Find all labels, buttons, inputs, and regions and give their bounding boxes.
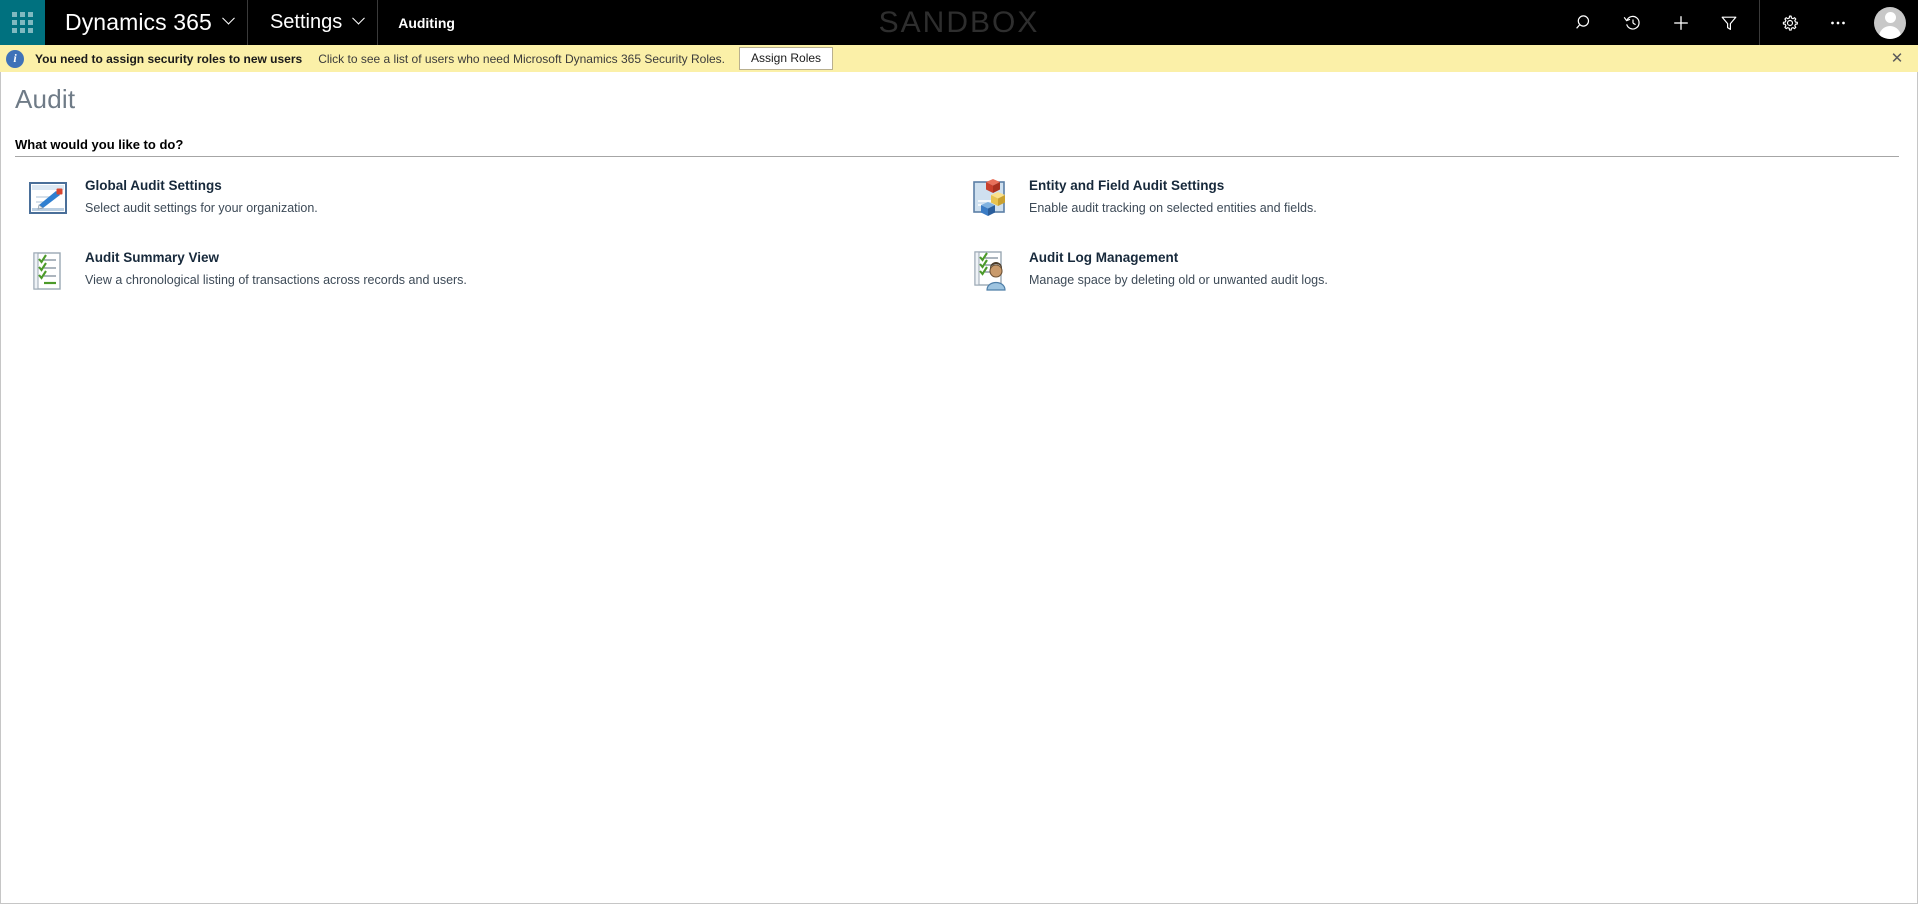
info-icon: i bbox=[6, 49, 24, 68]
app-name-label: Dynamics 365 bbox=[65, 9, 212, 35]
notification-description: Click to see a list of users who need Mi… bbox=[318, 51, 726, 66]
tile-title: Entity and Field Audit Settings bbox=[1029, 178, 1225, 193]
tile-description: Select audit settings for your organizat… bbox=[85, 200, 318, 215]
search-icon bbox=[1576, 14, 1590, 29]
area-name-label: Settings bbox=[269, 11, 343, 33]
search-button[interactable] bbox=[1561, 0, 1609, 45]
topbar-divider bbox=[1759, 0, 1760, 45]
tile-text: Global Audit Settings Select audit setti… bbox=[85, 177, 318, 216]
tile-title: Audit Summary View bbox=[85, 250, 220, 265]
section-heading: What would you like to do? bbox=[15, 137, 184, 152]
top-navigation-bar: Dynamics 365 Settings Auditing SANDBOX bbox=[0, 0, 1918, 45]
settings-button[interactable] bbox=[1766, 0, 1814, 45]
app-name-menu[interactable]: Dynamics 365 bbox=[45, 0, 248, 45]
section-divider bbox=[15, 156, 1899, 157]
recently-viewed-button[interactable] bbox=[1609, 0, 1657, 45]
tile-text: Audit Log Management Manage space by del… bbox=[1029, 249, 1328, 288]
waffle-grid-icon bbox=[12, 12, 33, 33]
chevron-down-icon bbox=[222, 11, 235, 25]
gear-icon bbox=[1782, 14, 1798, 31]
close-icon[interactable]: ✕ bbox=[1886, 48, 1908, 70]
tile-text: Audit Summary View View a chronological … bbox=[85, 249, 467, 288]
tile-description: Manage space by deleting old or unwanted… bbox=[1029, 272, 1328, 287]
notification-bar: i You need to assign security roles to n… bbox=[0, 45, 1918, 72]
history-icon bbox=[1623, 15, 1640, 30]
assign-roles-button[interactable]: Assign Roles bbox=[739, 47, 834, 70]
tile-title: Audit Log Management bbox=[1029, 250, 1179, 265]
advanced-find-button[interactable] bbox=[1705, 0, 1753, 45]
plus-icon bbox=[1674, 15, 1688, 30]
area-name-menu[interactable]: Settings bbox=[248, 0, 379, 45]
app-launcher-button[interactable] bbox=[0, 0, 45, 45]
tile-audit-summary-view[interactable]: Audit Summary View View a chronological … bbox=[15, 247, 959, 295]
user-profile-button[interactable] bbox=[1862, 0, 1918, 45]
tile-title: Global Audit Settings bbox=[85, 178, 222, 193]
tile-description: View a chronological listing of transact… bbox=[85, 272, 467, 287]
sub-area-name[interactable]: Auditing bbox=[378, 0, 475, 45]
filter-icon bbox=[1721, 16, 1737, 30]
global-audit-settings-icon bbox=[25, 177, 71, 221]
chevron-down-icon bbox=[352, 11, 366, 25]
audit-log-management-icon bbox=[969, 249, 1015, 293]
tile-description: Enable audit tracking on selected entiti… bbox=[1029, 200, 1317, 215]
tile-grid: Global Audit Settings Select audit setti… bbox=[15, 175, 1903, 295]
sub-area-label: Auditing bbox=[398, 14, 455, 31]
page-title: Audit bbox=[15, 84, 76, 114]
audit-summary-view-icon bbox=[25, 249, 71, 293]
main-content: Audit What would you like to do? Global … bbox=[0, 72, 1918, 904]
tile-global-audit-settings[interactable]: Global Audit Settings Select audit setti… bbox=[15, 175, 959, 223]
more-options-button[interactable] bbox=[1814, 0, 1862, 45]
tile-entity-field-audit-settings[interactable]: Entity and Field Audit Settings Enable a… bbox=[959, 175, 1903, 223]
notification-title: You need to assign security roles to new… bbox=[35, 51, 303, 66]
ellipsis-icon bbox=[1831, 21, 1845, 24]
tile-text: Entity and Field Audit Settings Enable a… bbox=[1029, 177, 1317, 216]
avatar bbox=[1874, 6, 1906, 39]
tile-audit-log-management[interactable]: Audit Log Management Manage space by del… bbox=[959, 247, 1903, 295]
quick-create-button[interactable] bbox=[1657, 0, 1705, 45]
entity-field-audit-settings-icon bbox=[969, 177, 1015, 221]
